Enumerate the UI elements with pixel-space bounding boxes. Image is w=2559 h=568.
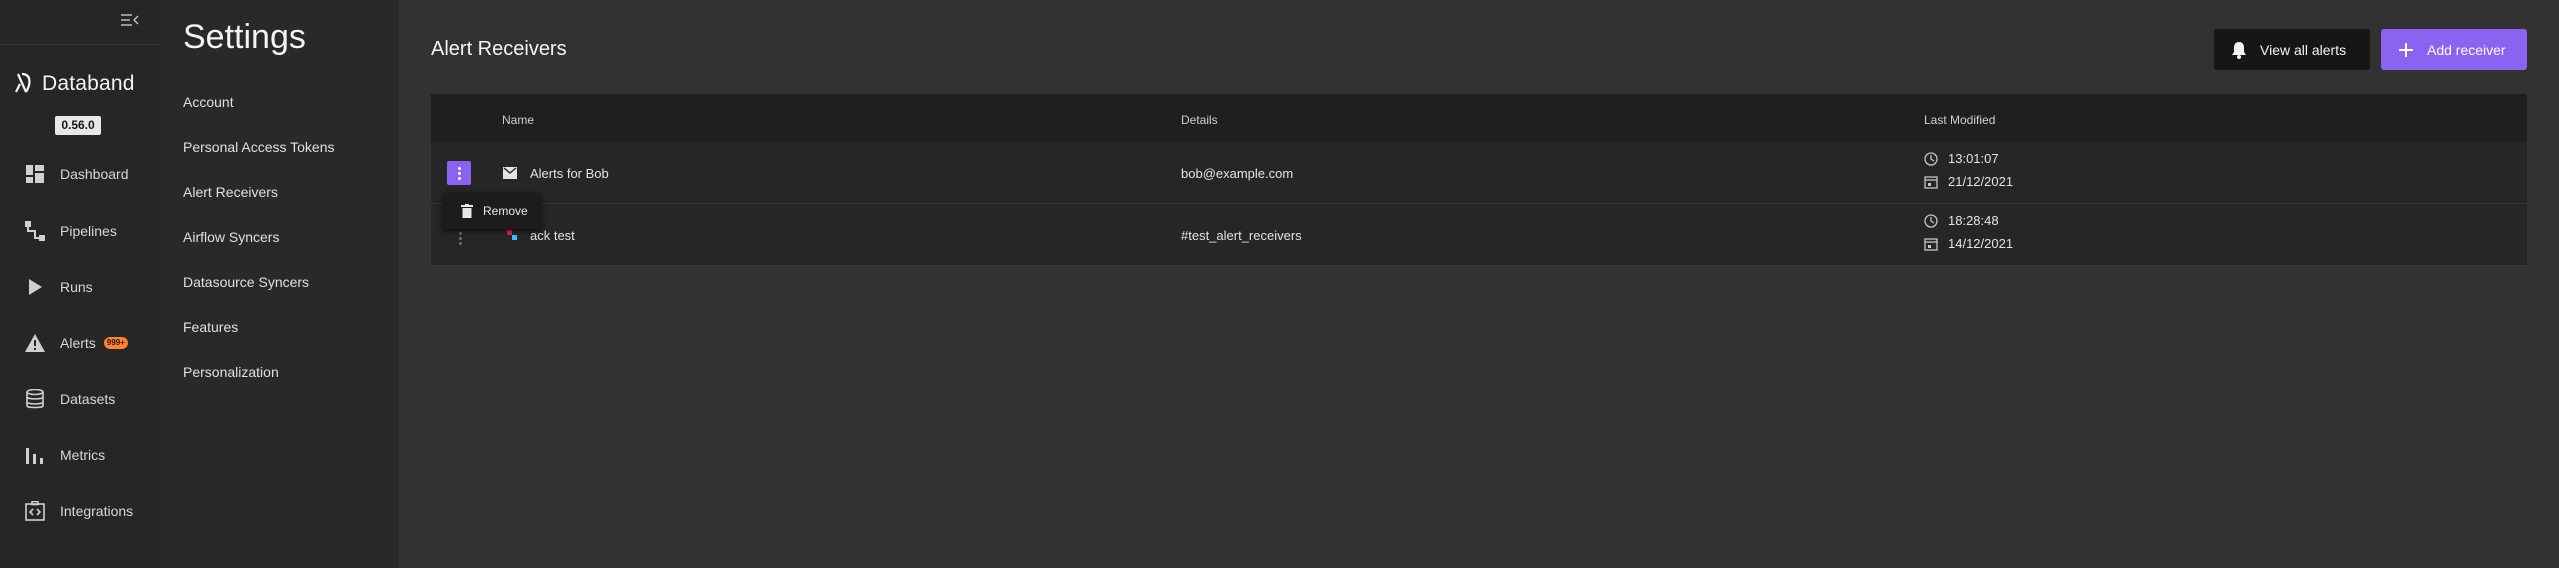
remove-label: Remove — [483, 204, 528, 218]
nav-item-datasets[interactable]: Datasets — [0, 379, 159, 419]
receiver-name: ack test — [530, 228, 575, 243]
version-badge: 0.56.0 — [55, 116, 101, 135]
calendar-icon — [1924, 175, 1938, 189]
clock-icon — [1924, 213, 1938, 228]
settings-menu: Settings Account Personal Access Tokens … — [159, 0, 399, 568]
modified-date-value: 14/12/2021 — [1948, 236, 2014, 251]
settings-title: Settings — [183, 18, 306, 56]
modified-date: 21/12/2021 — [1924, 174, 2013, 189]
database-icon — [24, 388, 46, 410]
add-receiver-label: Add receiver — [2427, 41, 2506, 58]
modified-date: 14/12/2021 — [1924, 236, 2013, 251]
slack-icon — [505, 228, 519, 242]
modified-time: 18:28:48 — [1924, 213, 1999, 228]
integrations-icon — [24, 500, 46, 522]
remove-menu-item[interactable]: Remove — [443, 193, 541, 229]
nav-item-label: Pipelines — [60, 223, 117, 239]
nav-item-label: Dashboard — [60, 166, 129, 182]
nav-item-label: Metrics — [60, 447, 106, 463]
modified-time-value: 18:28:48 — [1948, 213, 1999, 228]
receiver-details: #test_alert_receivers — [1181, 228, 1302, 243]
dashboard-icon — [24, 163, 46, 185]
settings-item-airflow-syncers[interactable]: Airflow Syncers — [183, 229, 279, 245]
table-header: Name Details Last Modified — [431, 94, 2527, 142]
bar-chart-icon — [24, 444, 46, 466]
column-header-details[interactable]: Details — [1181, 113, 1218, 127]
row-actions-menu-button[interactable] — [447, 161, 471, 185]
alerts-count-badge: 999+ — [103, 337, 128, 349]
settings-item-personal-access-tokens[interactable]: Personal Access Tokens — [183, 139, 335, 155]
clock-icon — [1924, 151, 1938, 166]
row-actions-menu-button[interactable] — [459, 232, 463, 246]
modified-date-value: 21/12/2021 — [1948, 174, 2014, 189]
nav-item-pipelines[interactable]: Pipelines — [0, 211, 159, 251]
warning-icon — [24, 332, 46, 354]
table-row[interactable]: ack test #test_alert_receivers 18:28:48 … — [431, 204, 2527, 266]
calendar-icon — [1924, 237, 1938, 251]
column-header-last-modified[interactable]: Last Modified — [1924, 113, 1995, 127]
nav-item-integrations[interactable]: Integrations — [0, 491, 159, 531]
main-content: Alert Receivers View all alerts Add rece… — [399, 0, 2559, 568]
view-all-alerts-label: View all alerts — [2260, 41, 2347, 58]
brand-logo[interactable]: Databand — [12, 70, 135, 98]
nav-item-runs[interactable]: Runs — [0, 267, 159, 307]
collapse-menu-icon[interactable] — [120, 12, 140, 28]
settings-item-personalization[interactable]: Personalization — [183, 364, 279, 380]
table-row[interactable]: Alerts for Bob bob@example.com 13:01:07 … — [431, 142, 2527, 204]
nav-item-label: Alerts — [60, 335, 96, 351]
divider — [0, 44, 159, 45]
email-icon — [503, 166, 517, 180]
nav-item-label: Datasets — [60, 391, 116, 407]
view-all-alerts-button[interactable]: View all alerts — [2214, 29, 2370, 70]
receiver-details: bob@example.com — [1181, 166, 1294, 181]
settings-item-features[interactable]: Features — [183, 319, 238, 335]
bell-icon — [2230, 41, 2248, 59]
nav-item-dashboard[interactable]: Dashboard — [0, 154, 159, 194]
nav-item-label: Integrations — [60, 503, 134, 519]
settings-item-alert-receivers[interactable]: Alert Receivers — [183, 184, 278, 200]
pipelines-icon — [24, 220, 46, 242]
page-title: Alert Receivers — [431, 38, 567, 60]
column-header-name[interactable]: Name — [502, 113, 534, 127]
settings-item-datasource-syncers[interactable]: Datasource Syncers — [183, 274, 309, 290]
modified-time-value: 13:01:07 — [1948, 151, 1999, 166]
nav-item-alerts[interactable]: Alerts 999+ — [0, 323, 159, 363]
alert-receivers-table: Name Details Last Modified Alerts for Bo… — [431, 94, 2527, 266]
plus-icon — [2397, 41, 2415, 59]
trash-icon — [461, 204, 473, 218]
settings-item-account[interactable]: Account — [183, 94, 234, 110]
left-nav: Databand 0.56.0 Dashboard Pipelines Runs… — [0, 0, 159, 568]
modified-time: 13:01:07 — [1924, 151, 1999, 166]
nav-item-label: Runs — [60, 279, 93, 295]
brand-name: Databand — [42, 72, 135, 95]
databand-logo-icon — [15, 72, 31, 93]
receiver-name: Alerts for Bob — [530, 166, 609, 181]
play-icon — [24, 276, 46, 298]
add-receiver-button[interactable]: Add receiver — [2381, 29, 2527, 70]
nav-item-metrics[interactable]: Metrics — [0, 435, 159, 475]
